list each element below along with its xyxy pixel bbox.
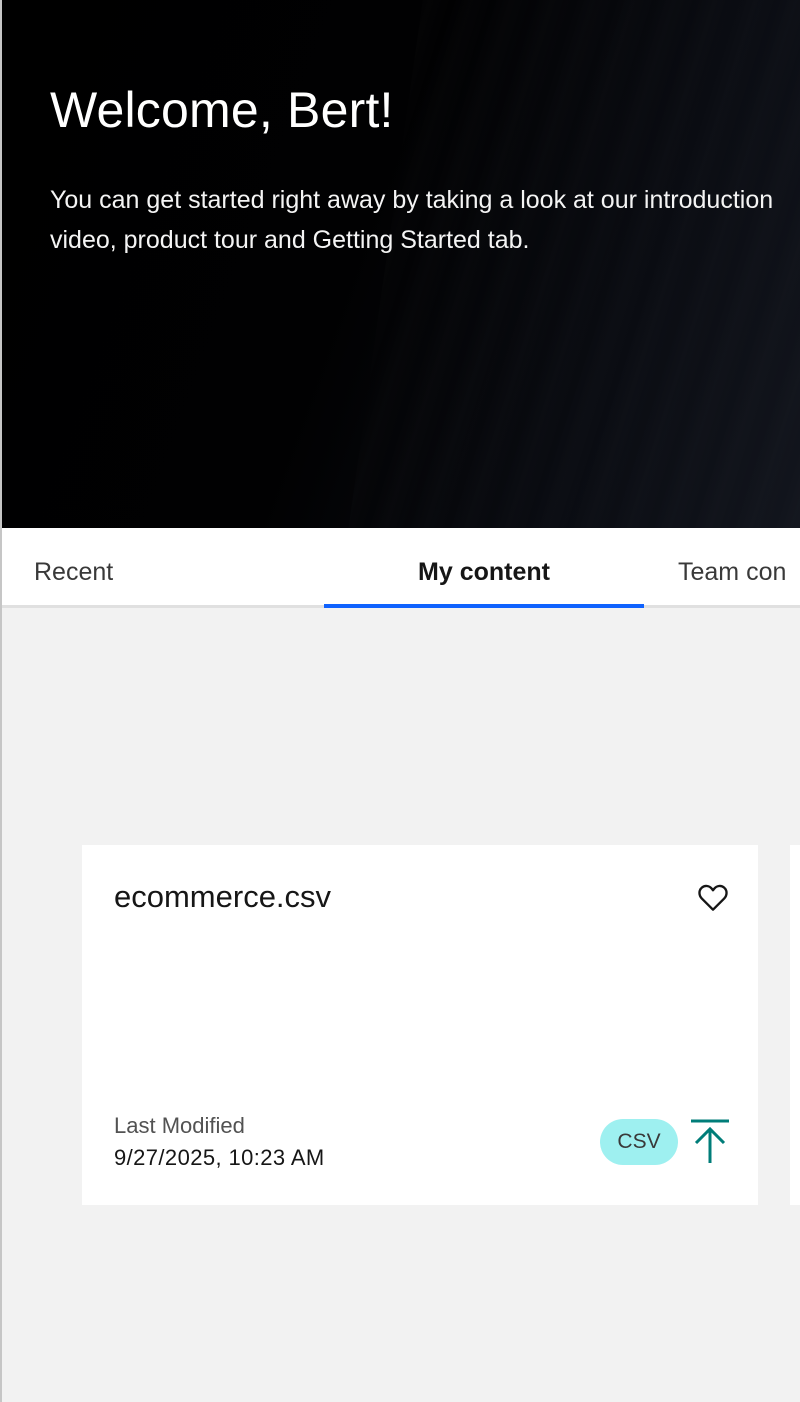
welcome-banner: Welcome, Bert! You can get started right… bbox=[2, 0, 800, 528]
heart-outline-icon[interactable] bbox=[696, 881, 730, 915]
tab-team-content[interactable]: Team con bbox=[678, 528, 786, 608]
last-modified-label: Last Modified bbox=[114, 1113, 245, 1138]
welcome-title: Welcome, Bert! bbox=[50, 82, 394, 138]
upload-icon[interactable] bbox=[688, 1117, 732, 1167]
welcome-subtitle: You can get started right away by taking… bbox=[50, 186, 774, 254]
tab-my-content[interactable]: My content bbox=[324, 528, 644, 608]
asset-card-next[interactable] bbox=[790, 845, 800, 1205]
asset-title: ecommerce.csv bbox=[114, 879, 332, 914]
tab-recent[interactable]: Recent bbox=[34, 528, 113, 608]
left-edge-divider bbox=[0, 0, 2, 1402]
asset-card[interactable]: ecommerce.csv Last Modified 9/27/2025, 1… bbox=[82, 845, 758, 1205]
page: Welcome, Bert! You can get started right… bbox=[0, 0, 800, 1402]
content-tabs: Recent My content Team con bbox=[2, 528, 800, 608]
last-modified-value: 9/27/2025, 10:23 AM bbox=[114, 1145, 325, 1170]
file-type-tag: CSV bbox=[600, 1119, 678, 1165]
